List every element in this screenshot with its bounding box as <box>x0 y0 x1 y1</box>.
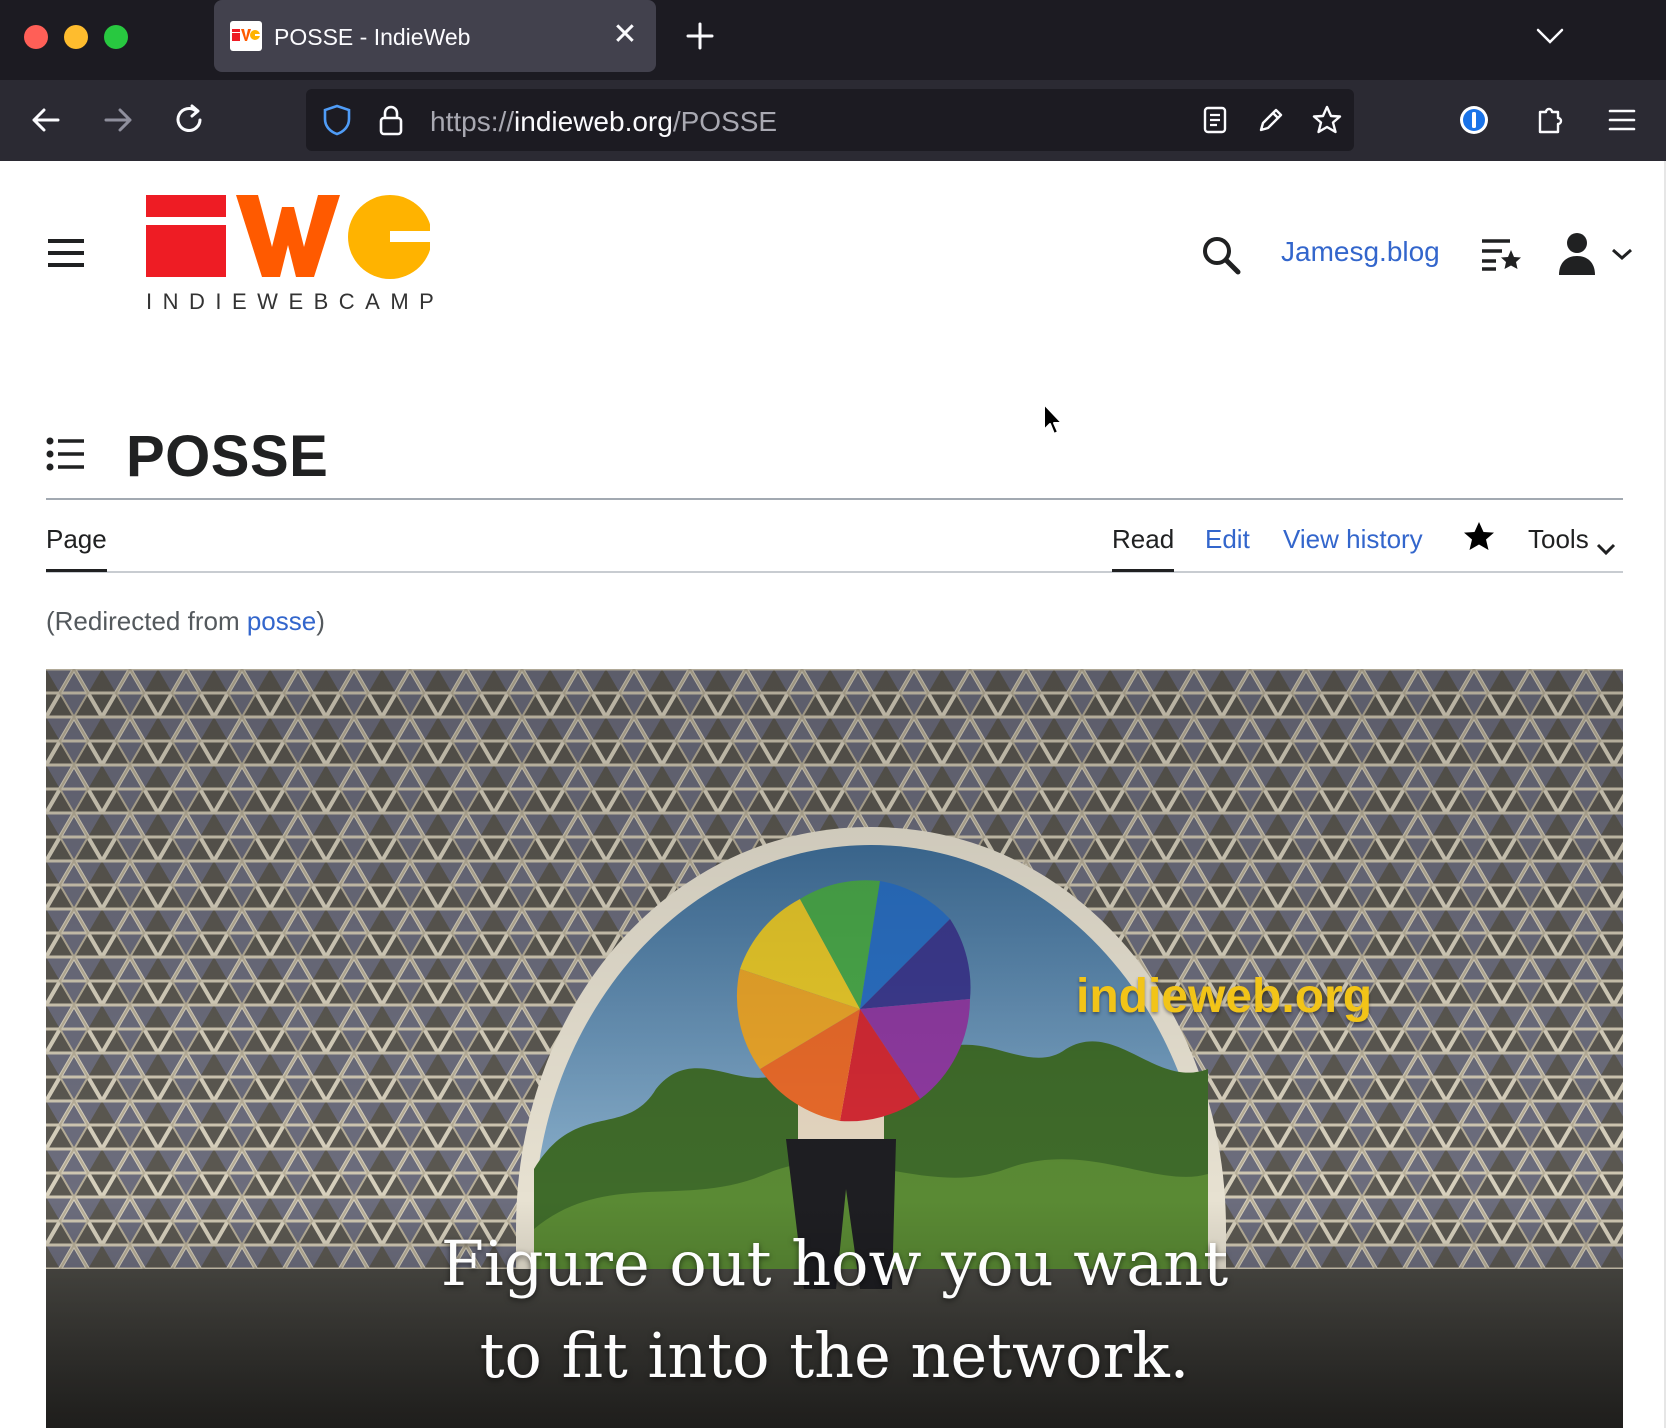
reader-view-icon[interactable] <box>1198 103 1232 137</box>
url-text: https://indieweb.org/POSSE <box>430 106 778 137</box>
tab-page[interactable]: Page <box>46 524 107 572</box>
watchlist-icon[interactable] <box>1480 235 1522 273</box>
tools-label: Tools <box>1528 524 1589 554</box>
reload-icon[interactable] <box>170 100 210 140</box>
user-avatar-icon[interactable] <box>1556 231 1598 277</box>
lock-icon[interactable] <box>374 103 408 137</box>
browser-tab-bar: POSSE - IndieWeb ✕ <box>0 0 1666 80</box>
favicon-icon <box>230 21 262 51</box>
minimize-window-button[interactable] <box>64 25 88 49</box>
tab-edit[interactable]: Edit <box>1205 524 1250 569</box>
hero-caption-line-1: Figure out how you want <box>440 1227 1229 1300</box>
bookmark-star-icon[interactable] <box>1310 103 1344 137</box>
close-window-button[interactable] <box>24 25 48 49</box>
logo-caption: INDIEWEBCAMP <box>146 289 445 314</box>
tab-view-history[interactable]: View history <box>1283 524 1423 569</box>
table-of-contents-icon[interactable] <box>46 437 86 471</box>
hero-caption-line-2: to fit into the network. <box>479 1319 1190 1392</box>
redirect-source-link[interactable]: posse <box>247 606 316 636</box>
tab-close-icon[interactable]: ✕ <box>608 18 642 52</box>
user-menu-chevron-down-icon[interactable] <box>1610 245 1634 263</box>
browser-nav-bar: https://indieweb.org/POSSE <box>0 80 1666 161</box>
tab-tools[interactable]: Tools <box>1528 524 1617 569</box>
web-page: INDIEWEBCAMP Jamesg.blog POSSE Page Read… <box>0 161 1666 1428</box>
search-icon[interactable] <box>1200 234 1242 276</box>
back-arrow-icon[interactable] <box>26 100 66 140</box>
tab-read[interactable]: Read <box>1112 524 1175 572</box>
shield-icon[interactable] <box>320 103 354 137</box>
password-manager-icon[interactable] <box>1454 100 1494 140</box>
pencil-icon[interactable] <box>1254 103 1288 137</box>
redirect-notice: (Redirected from posse) <box>46 606 325 636</box>
hero-image: indieweb.org Figure out how you want to … <box>46 669 1623 1428</box>
extensions-puzzle-icon[interactable] <box>1530 100 1570 140</box>
tools-chevron-down-icon <box>1595 533 1617 556</box>
address-bar[interactable]: https://indieweb.org/POSSE <box>306 89 1354 151</box>
indiewebcamp-logo[interactable]: INDIEWEBCAMP <box>146 195 445 315</box>
new-tab-button[interactable] <box>682 18 718 54</box>
main-menu-icon[interactable] <box>46 237 86 269</box>
mouse-cursor-icon <box>1042 402 1066 438</box>
forward-arrow-icon[interactable] <box>98 100 138 140</box>
list-tabs-chevron-down-icon[interactable] <box>1532 18 1568 54</box>
tab-title: POSSE - IndieWeb <box>274 24 471 50</box>
page-tabs: Page Read Edit View history Tools <box>46 500 1623 573</box>
app-menu-icon[interactable] <box>1602 100 1642 140</box>
user-page-link[interactable]: Jamesg.blog <box>1281 236 1440 268</box>
page-title: POSSE <box>126 424 329 489</box>
zoom-window-button[interactable] <box>104 25 128 49</box>
browser-tab-active[interactable]: POSSE - IndieWeb ✕ <box>214 0 656 72</box>
watch-star-icon[interactable] <box>1462 520 1496 554</box>
hero-brand-text: indieweb.org <box>1076 970 1373 1023</box>
